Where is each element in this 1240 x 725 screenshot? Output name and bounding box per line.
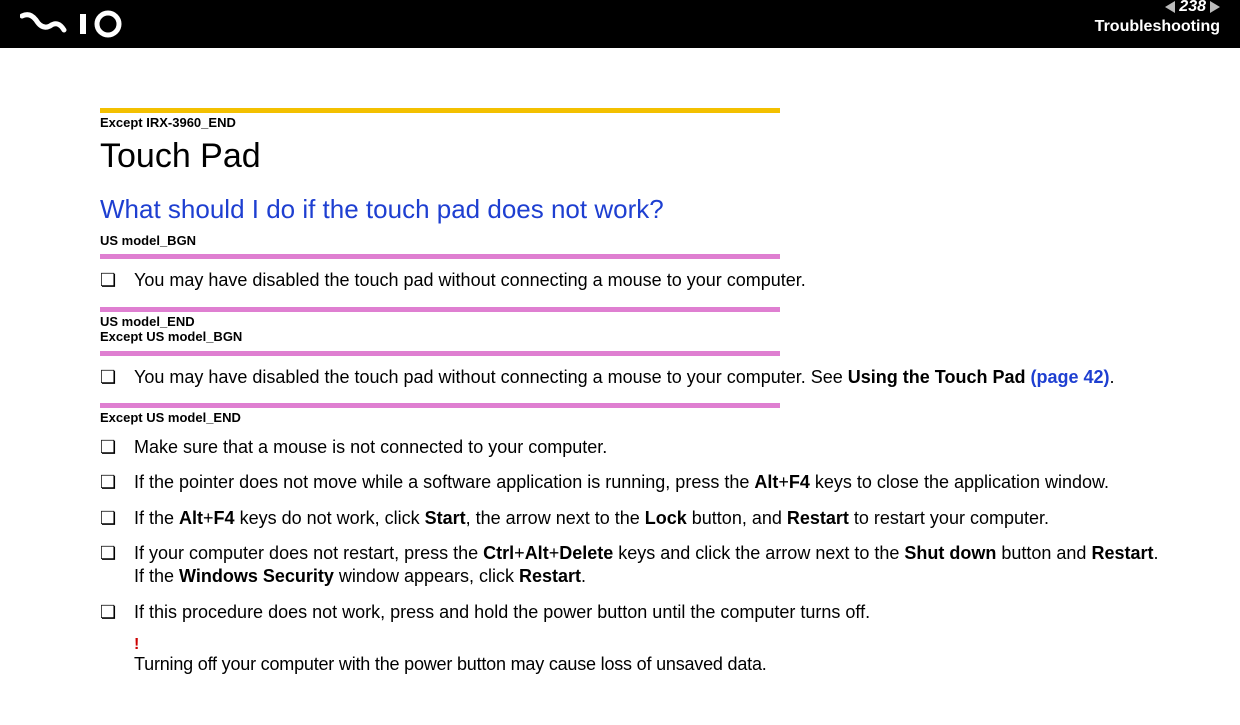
key-label: F4 xyxy=(214,508,235,528)
section-title: Troubleshooting xyxy=(1095,18,1220,36)
pink-divider xyxy=(100,307,780,312)
header-bar: 238 Troubleshooting xyxy=(0,0,1240,48)
text: + xyxy=(203,508,214,528)
page-title: Touch Pad xyxy=(100,137,1180,176)
text: You may have disabled the touch pad with… xyxy=(134,367,848,387)
pink-divider xyxy=(100,403,780,408)
text: If the xyxy=(134,508,179,528)
tag-us-end: US model_END xyxy=(100,314,1180,330)
tag-except-us-bgn: Except US model_BGN xyxy=(100,329,1180,345)
text-bold: Using the Touch Pad xyxy=(848,367,1031,387)
caution-icon: ! xyxy=(100,636,1180,654)
vaio-logo-svg xyxy=(20,10,160,38)
ui-label: Restart xyxy=(787,508,849,528)
text: If your computer does not restart, press… xyxy=(134,543,483,563)
tag-except-irx: Except IRX-3960_END xyxy=(100,115,1180,131)
key-label: Alt xyxy=(179,508,203,528)
text: If the pointer does not move while a sof… xyxy=(134,472,754,492)
text: . xyxy=(1153,543,1158,563)
ui-label: Windows Security xyxy=(179,566,334,586)
text: keys to close the application window. xyxy=(810,472,1109,492)
list-item: If the pointer does not move while a sof… xyxy=(100,471,1180,494)
question-heading: What should I do if the touch pad does n… xyxy=(100,194,1180,225)
pink-divider xyxy=(100,254,780,259)
bullet-list-except-us: You may have disabled the touch pad with… xyxy=(100,366,1180,389)
text: keys and click the arrow next to the xyxy=(613,543,904,563)
text: to restart your computer. xyxy=(849,508,1049,528)
key-label: Ctrl xyxy=(483,543,514,563)
list-item: If this procedure does not work, press a… xyxy=(100,601,1180,624)
text: + xyxy=(778,472,789,492)
text: , the arrow next to the xyxy=(466,508,645,528)
list-item: If your computer does not restart, press… xyxy=(100,542,1180,589)
key-label: Alt xyxy=(525,543,549,563)
ui-label: Start xyxy=(425,508,466,528)
text: keys do not work, click xyxy=(235,508,425,528)
nav-next-icon[interactable] xyxy=(1210,1,1220,13)
text: . xyxy=(1110,367,1115,387)
page-number: 238 xyxy=(1179,0,1206,16)
bullet-list-us: You may have disabled the touch pad with… xyxy=(100,269,1180,292)
text: . xyxy=(581,566,586,586)
pink-divider xyxy=(100,351,780,356)
text: button, and xyxy=(687,508,787,528)
list-item: You may have disabled the touch pad with… xyxy=(100,366,1180,389)
list-item: If the Alt+F4 keys do not work, click St… xyxy=(100,507,1180,530)
yellow-divider xyxy=(100,108,780,113)
page-nav: 238 xyxy=(1095,0,1220,16)
key-label: F4 xyxy=(789,472,810,492)
text: + xyxy=(549,543,560,563)
text: If the xyxy=(134,566,179,586)
list-item: You may have disabled the touch pad with… xyxy=(100,269,1180,292)
page-link[interactable]: (page 42) xyxy=(1030,367,1109,387)
tag-except-us-end: Except US model_END xyxy=(100,410,1180,426)
header-right: 238 Troubleshooting xyxy=(1095,0,1220,36)
caution-text: Turning off your computer with the power… xyxy=(100,654,1180,675)
vaio-logo xyxy=(20,10,160,38)
text: button and xyxy=(996,543,1091,563)
ui-label: Shut down xyxy=(904,543,996,563)
text: + xyxy=(514,543,525,563)
tag-us-bgn: US model_BGN xyxy=(100,233,1180,249)
page-content: Except IRX-3960_END Touch Pad What shoul… xyxy=(0,48,1240,695)
nav-prev-icon[interactable] xyxy=(1165,1,1175,13)
ui-label: Lock xyxy=(645,508,687,528)
list-item: Make sure that a mouse is not connected … xyxy=(100,436,1180,459)
ui-label: Restart xyxy=(1091,543,1153,563)
bullet-list-main: Make sure that a mouse is not connected … xyxy=(100,436,1180,624)
key-label: Delete xyxy=(559,543,613,563)
text: window appears, click xyxy=(334,566,519,586)
key-label: Alt xyxy=(754,472,778,492)
ui-label: Restart xyxy=(519,566,581,586)
